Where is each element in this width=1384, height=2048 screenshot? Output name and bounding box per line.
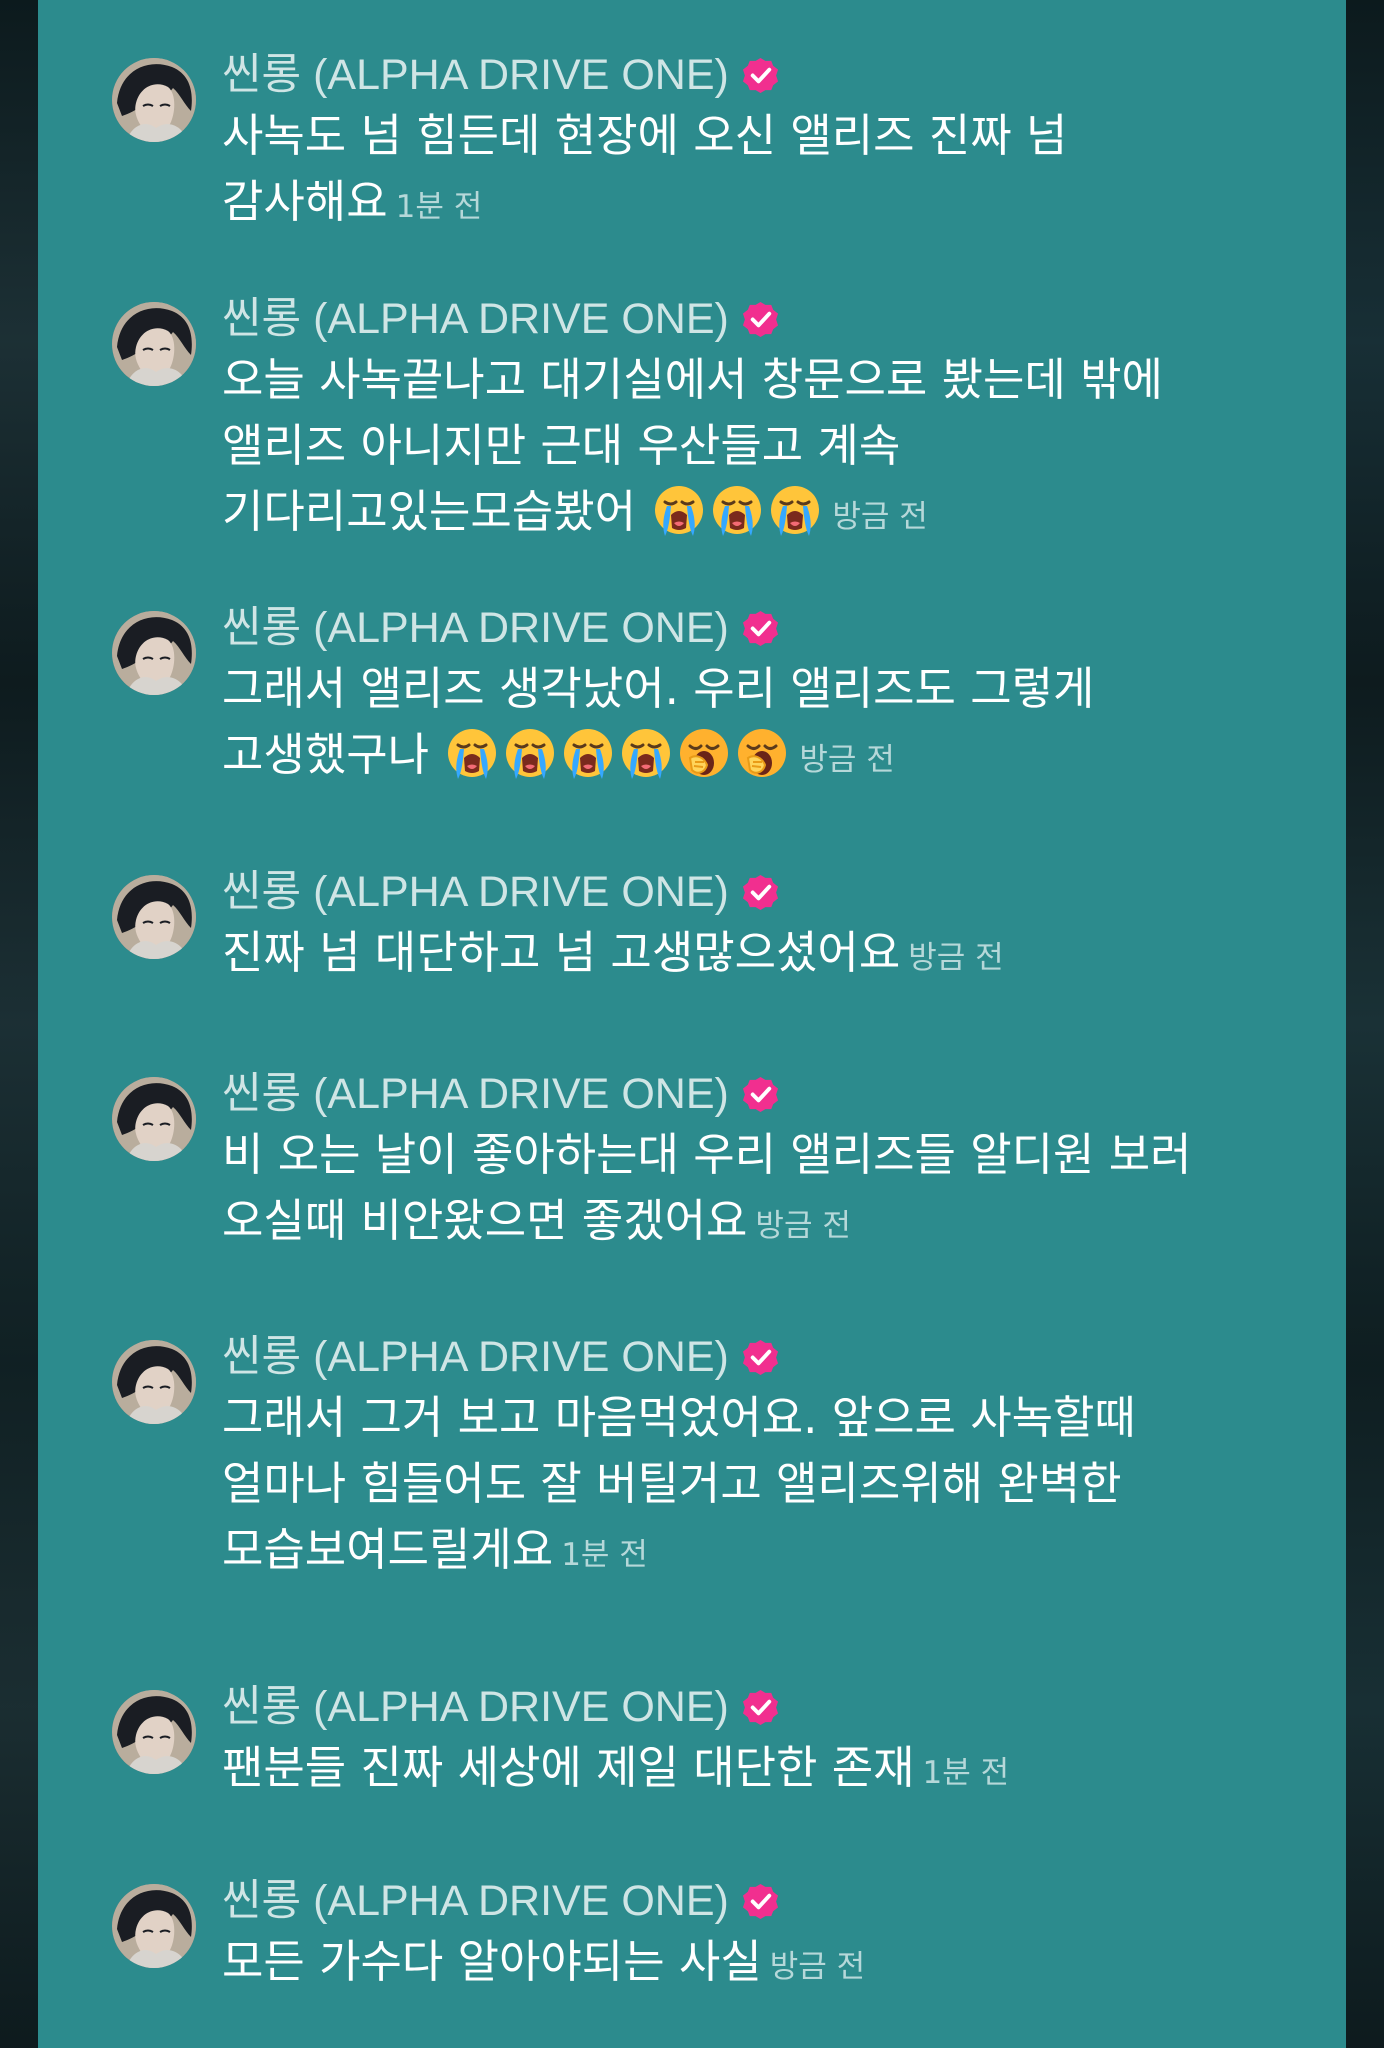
- author-name: 씬롱 (ALPHA DRIVE ONE): [222, 1876, 729, 1925]
- author-name: 씬롱 (ALPHA DRIVE ONE): [222, 603, 729, 652]
- message-time: 방금 전: [908, 940, 1004, 976]
- avatar-portrait-icon: [112, 1690, 196, 1774]
- avatar[interactable]: [112, 1690, 196, 1774]
- message-item: 씬롱 (ALPHA DRIVE ONE) 그래서 그거 보고 마음먹었어요. 앞…: [76, 1327, 1236, 1607]
- avatar[interactable]: [112, 1340, 196, 1424]
- message-time: 방금 전: [769, 1949, 866, 1985]
- message-body: 모든 가수다 알아야되는 사실 방금 전: [222, 1929, 1262, 2000]
- avatar-portrait-icon: [112, 611, 196, 695]
- message-item: 씬롱 (ALPHA DRIVE ONE) 사녹도 넘 힘든데 현장에 오신 앨리…: [76, 45, 1236, 285]
- loudly-crying-face-icon: [766, 481, 824, 539]
- message-time: 방금 전: [832, 499, 928, 535]
- avatar-portrait-icon: [112, 1884, 196, 1968]
- loudly-crying-face-icon: [501, 724, 559, 782]
- loudly-crying-face-icon: [617, 724, 675, 782]
- message-item: 씬롱 (ALPHA DRIVE ONE) 진짜 넘 대단하고 넘 고생많으셨어요…: [76, 862, 1236, 1022]
- message-item: 씬롱 (ALPHA DRIVE ONE) 그래서 앨리즈 생각났어. 우리 앨리…: [76, 598, 1236, 838]
- message-body: 사녹도 넘 힘든데 현장에 오신 앨리즈 진짜 넘 감사해요 1분 전: [222, 103, 1262, 240]
- message-body: 오늘 사녹끝나고 대기실에서 창문으로 봤는데 밖에 앨리즈 아니지만 근대 우…: [222, 347, 1262, 550]
- message-time: 방금 전: [755, 1208, 851, 1244]
- avatar-portrait-icon: [112, 58, 196, 142]
- message-time: 방금 전: [799, 742, 895, 778]
- verified-check-icon: [742, 610, 778, 646]
- avatar[interactable]: [112, 875, 196, 959]
- avatar[interactable]: [112, 302, 196, 386]
- verified-check-icon: [742, 301, 778, 337]
- avatar[interactable]: [112, 611, 196, 695]
- verified-check-icon: [742, 1883, 778, 1919]
- verified-check-icon: [742, 1689, 778, 1725]
- avatar[interactable]: [112, 1077, 196, 1161]
- avatar-portrait-icon: [112, 302, 196, 386]
- loudly-crying-face-icon: [559, 724, 617, 782]
- author-name: 씬롱 (ALPHA DRIVE ONE): [222, 294, 729, 343]
- avatar-portrait-icon: [112, 1077, 196, 1161]
- message-text: 팬분들 진짜 세상에 제일 대단한 존재: [222, 1741, 915, 1794]
- message-time: 1분 전: [561, 1537, 648, 1573]
- message-body: 비 오는 날이 좋아하는대 우리 앨리즈들 알디원 보러 오실때 비안왔으면 좋…: [222, 1122, 1262, 1259]
- right-blurred-background: [1346, 0, 1384, 2048]
- message-text: 모든 가수다 알아야되는 사실: [222, 1935, 762, 1988]
- left-blurred-background: [0, 0, 38, 2048]
- message-item: 씬롱 (ALPHA DRIVE ONE) 모든 가수다 알아야되는 사실 방금 전: [76, 1871, 1236, 2031]
- message-item: 씬롱 (ALPHA DRIVE ONE) 비 오는 날이 좋아하는대 우리 앨리…: [76, 1064, 1236, 1304]
- message-text: 사녹도 넘 힘든데 현장에 오신 앨리즈 진짜 넘 감사해요: [222, 109, 1068, 228]
- author-name: 씬롱 (ALPHA DRIVE ONE): [222, 50, 729, 99]
- author-name: 씬롱 (ALPHA DRIVE ONE): [222, 1332, 729, 1381]
- message-text: 진짜 넘 대단하고 넘 고생많으셨어요: [222, 926, 901, 979]
- loudly-crying-face-icon: [443, 724, 501, 782]
- avatar[interactable]: [112, 58, 196, 142]
- message-body: 그래서 그거 보고 마음먹었어요. 앞으로 사녹할때 얼마나 힘들어도 잘 버틸…: [222, 1385, 1262, 1588]
- message-item: 씬롱 (ALPHA DRIVE ONE) 오늘 사녹끝나고 대기실에서 창문으로…: [76, 289, 1236, 573]
- verified-check-icon: [742, 57, 778, 93]
- app-screen: 씬롱 (ALPHA DRIVE ONE) 사녹도 넘 힘든데 현장에 오신 앨리…: [0, 0, 1384, 2048]
- loudly-crying-face-icon: [650, 481, 708, 539]
- message-panel[interactable]: 씬롱 (ALPHA DRIVE ONE) 사녹도 넘 힘든데 현장에 오신 앨리…: [38, 0, 1346, 2048]
- message-text: 그래서 그거 보고 마음먹었어요. 앞으로 사녹할때 얼마나 힘들어도 잘 버틸…: [222, 1391, 1136, 1576]
- yawning-face-icon: [675, 724, 733, 782]
- verified-check-icon: [742, 1076, 778, 1112]
- message-text: 비 오는 날이 좋아하는대 우리 앨리즈들 알디원 보러 오실때 비안왔으면 좋…: [222, 1128, 1192, 1247]
- avatar-portrait-icon: [112, 875, 196, 959]
- message-body: 팬분들 진짜 세상에 제일 대단한 존재 1분 전: [222, 1735, 1262, 1806]
- author-name: 씬롱 (ALPHA DRIVE ONE): [222, 867, 729, 916]
- message-time: 1분 전: [395, 189, 483, 225]
- avatar-portrait-icon: [112, 1340, 196, 1424]
- avatar[interactable]: [112, 1884, 196, 1968]
- message-body: 진짜 넘 대단하고 넘 고생많으셨어요 방금 전: [222, 920, 1262, 991]
- message-item: 씬롱 (ALPHA DRIVE ONE) 팬분들 진짜 세상에 제일 대단한 존…: [76, 1677, 1236, 1837]
- verified-check-icon: [742, 874, 778, 910]
- loudly-crying-face-icon: [708, 481, 766, 539]
- message-body: 그래서 앨리즈 생각났어. 우리 앨리즈도 그렇게 고생했구나 방금 전: [222, 656, 1262, 793]
- message-time: 1분 전: [922, 1755, 1010, 1791]
- author-name: 씬롱 (ALPHA DRIVE ONE): [222, 1682, 729, 1731]
- yawning-face-icon: [733, 724, 791, 782]
- author-name: 씬롱 (ALPHA DRIVE ONE): [222, 1069, 729, 1118]
- verified-check-icon: [742, 1339, 778, 1375]
